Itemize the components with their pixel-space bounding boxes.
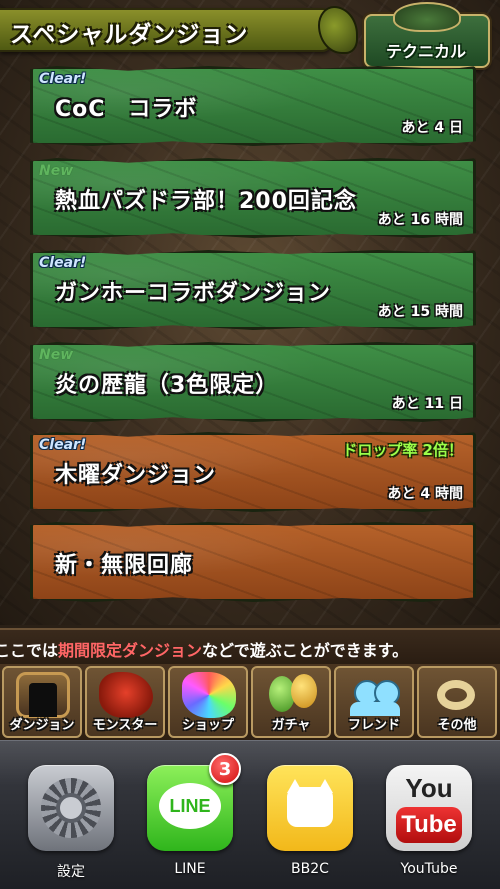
red-dragon-icon bbox=[99, 672, 153, 718]
new-tag: New bbox=[39, 347, 74, 363]
nav-label: その他 bbox=[437, 718, 477, 733]
youtube-app-icon: You Tube bbox=[386, 765, 472, 851]
time-remaining: あと 4 日 bbox=[401, 120, 464, 136]
dungeon-item-gungho-collab[interactable]: Clear! ガンホーコラボダンジョン あと 15 時間 bbox=[30, 250, 476, 330]
ticker-text-before: ここでは bbox=[0, 641, 59, 660]
mask-icon bbox=[393, 2, 461, 32]
dungeon-item-thursday[interactable]: Clear! ドロップ率 2倍！ 木曜ダンジョン あと 4 時間 bbox=[30, 432, 476, 512]
clear-tag: Clear! bbox=[39, 71, 87, 87]
rainbow-stone-icon bbox=[182, 672, 236, 718]
nav-label: モンスター bbox=[92, 718, 158, 733]
time-remaining: あと 4 時間 bbox=[387, 486, 464, 502]
page-title: スペシャルダンジョン bbox=[10, 22, 249, 48]
dock-app-line[interactable]: LINE 3 LINE bbox=[141, 753, 241, 885]
nav-label: ガチャ bbox=[271, 718, 311, 733]
app-label: 設定 bbox=[57, 864, 85, 880]
app-label: BB2C bbox=[291, 861, 329, 877]
bb2c-cat-icon bbox=[267, 765, 353, 851]
technical-mode-label: テクニカル bbox=[385, 42, 466, 61]
dungeon-name: ガンホーコラボダンジョン bbox=[55, 281, 332, 306]
nav-monster-button[interactable]: モンスター bbox=[85, 666, 165, 738]
notification-badge: 3 bbox=[209, 753, 241, 785]
dungeon-name: 新・無限回廊 bbox=[55, 553, 194, 578]
new-tag: New bbox=[39, 163, 74, 179]
dungeon-name: 熱血パズドラ部！200回記念 bbox=[55, 189, 357, 214]
dungeon-item-puzdra-200[interactable]: New 熱血パズドラ部！200回記念 あと 16 時間 bbox=[30, 158, 476, 238]
dungeon-gate-icon bbox=[16, 672, 70, 718]
drop-rate-bonus: ドロップ率 2倍！ bbox=[342, 441, 463, 459]
dock-app-bb2c[interactable]: BB2C bbox=[261, 765, 357, 885]
ios-dock: 設定 LINE 3 LINE BB2C You Tube YouTube bbox=[0, 740, 500, 889]
other-ring-icon bbox=[431, 672, 485, 718]
nav-dungeon-button[interactable]: ダンジョン bbox=[2, 666, 82, 738]
dungeon-name: CoC コラボ bbox=[55, 97, 198, 122]
dock-app-settings[interactable]: 設定 bbox=[22, 765, 118, 885]
nav-label: フレンド bbox=[347, 718, 400, 733]
dungeon-item-infinite-corridor[interactable]: 新・無限回廊 bbox=[30, 522, 476, 602]
time-remaining: あと 16 時間 bbox=[377, 212, 463, 228]
nav-friend-button[interactable]: フレンド bbox=[334, 666, 414, 738]
nav-label: ショップ bbox=[181, 718, 234, 733]
dungeon-item-fire-dragon[interactable]: New 炎の歴龍（3色限定） あと 11 日 bbox=[30, 342, 476, 422]
nav-gacha-button[interactable]: ガチャ bbox=[251, 666, 331, 738]
ticker-text: ここでは期間限定ダンジョンなどで遊ぶことができます。 bbox=[0, 637, 408, 661]
app-label: YouTube bbox=[400, 861, 458, 877]
time-remaining: あと 11 日 bbox=[391, 396, 463, 412]
game-screen: スペシャルダンジョン テクニカル Clear! CoC コラボ あと 4 日 N… bbox=[0, 0, 500, 625]
nav-other-button[interactable]: その他 bbox=[417, 666, 497, 738]
friends-icon bbox=[348, 672, 402, 718]
clear-tag: Clear! bbox=[39, 255, 87, 271]
game-nav-bar: ダンジョン モンスター ショップ ガチャ フレンド その他 bbox=[0, 664, 500, 740]
ticker-text-after: などで遊ぶことができます。 bbox=[202, 641, 409, 660]
dock-app-youtube[interactable]: You Tube YouTube bbox=[380, 765, 476, 885]
ticker-highlight: 期間限定ダンジョン bbox=[58, 641, 203, 660]
clear-tag: Clear! bbox=[39, 437, 87, 453]
time-remaining: あと 15 時間 bbox=[377, 304, 463, 320]
nav-shop-button[interactable]: ショップ bbox=[168, 666, 248, 738]
app-label: LINE bbox=[174, 861, 206, 877]
dungeon-item-coc-collab[interactable]: Clear! CoC コラボ あと 4 日 bbox=[30, 66, 476, 146]
dungeon-name: 木曜ダンジョン bbox=[55, 463, 217, 488]
info-ticker: ここでは期間限定ダンジョンなどで遊ぶことができます。 bbox=[0, 628, 500, 666]
dungeon-name: 炎の歴龍（3色限定） bbox=[55, 373, 279, 398]
eggs-icon bbox=[265, 672, 319, 718]
settings-gear-icon bbox=[28, 765, 114, 851]
nav-label: ダンジョン bbox=[9, 718, 75, 733]
